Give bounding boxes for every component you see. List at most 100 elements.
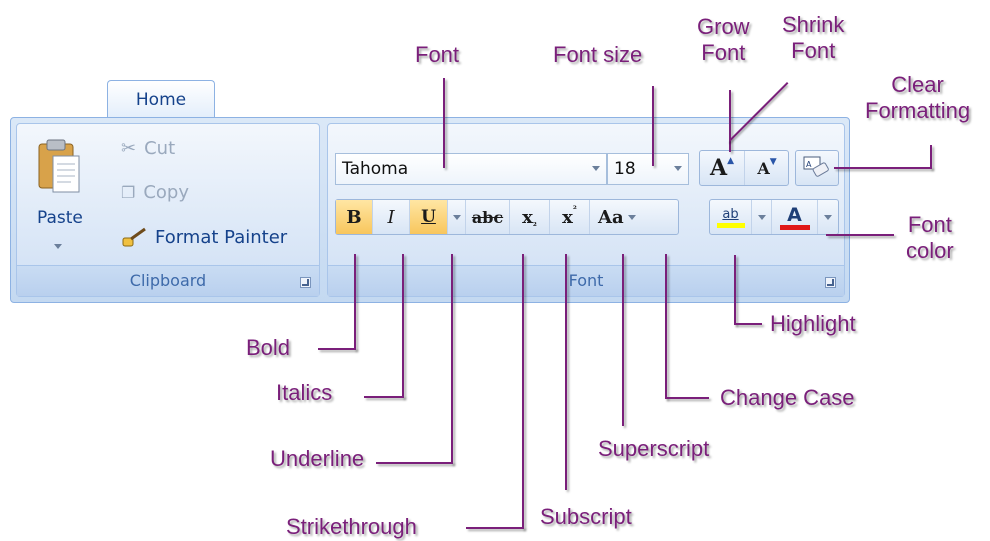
copy-icon: ❐ xyxy=(121,183,136,202)
font-color-button[interactable]: A xyxy=(772,200,818,234)
copy-button[interactable]: ❐ Copy xyxy=(121,182,189,203)
italic-icon: I xyxy=(387,206,395,228)
font-color-swatch xyxy=(779,224,810,230)
bold-button[interactable]: B xyxy=(336,200,373,234)
leader-highlight-h xyxy=(734,323,762,325)
italic-button[interactable]: I xyxy=(373,200,410,234)
leader-font-size xyxy=(652,86,654,166)
paste-dropdown-arrow[interactable] xyxy=(54,236,62,254)
annotation-change-case: Change Case xyxy=(720,385,855,410)
subscript-icon: x xyxy=(522,206,533,228)
strikethrough-icon: abc xyxy=(471,207,504,227)
leader-font xyxy=(443,78,445,168)
clear-formatting-glyph: A xyxy=(806,160,812,169)
underline-dropdown-arrow[interactable] xyxy=(448,200,466,234)
paintbrush-icon xyxy=(122,227,146,247)
font-color-icon: A xyxy=(787,203,802,226)
font-name-dropdown-arrow[interactable] xyxy=(592,166,600,171)
highlight-color-swatch xyxy=(716,222,745,228)
cut-button[interactable]: ✂ Cut xyxy=(121,138,175,159)
scissors-icon: ✂ xyxy=(121,138,137,159)
leader-highlight-v xyxy=(734,255,736,325)
color-strip: ab A xyxy=(709,199,839,235)
shrink-font-button[interactable]: A ▼ xyxy=(745,151,789,185)
copy-label: Copy xyxy=(143,182,190,203)
format-painter-button[interactable]: Format Painter xyxy=(121,226,287,248)
underline-button[interactable]: U xyxy=(410,200,448,234)
paste-label: Paste xyxy=(37,208,83,228)
leader-change-case-h xyxy=(665,397,709,399)
font-size-value: 18 xyxy=(614,159,636,179)
font-color-dropdown-arrow[interactable] xyxy=(818,200,838,234)
leader-font-color xyxy=(826,234,894,236)
underline-icon: U xyxy=(421,207,436,227)
font-size-dropdown-arrow[interactable] xyxy=(674,166,682,171)
annotation-italics: Italics xyxy=(276,380,333,405)
leader-change-case-v xyxy=(665,254,667,399)
strikethrough-button[interactable]: abc xyxy=(466,200,510,234)
font-name-value: Tahoma xyxy=(342,159,409,179)
superscript-mark-icon: ² xyxy=(572,205,577,215)
grow-arrow-icon: ▲ xyxy=(727,156,734,166)
leader-underline-v xyxy=(451,254,453,464)
highlight-button[interactable]: ab xyxy=(710,200,752,234)
cut-label: Cut xyxy=(144,138,176,159)
change-case-icon: Aa xyxy=(598,206,624,228)
leader-clear-formatting-h xyxy=(834,167,932,169)
shrink-font-icon: A xyxy=(757,158,770,178)
bold-icon: B xyxy=(346,206,362,228)
clipboard-dialog-launcher[interactable] xyxy=(300,277,311,288)
annotation-font-color: Font color xyxy=(906,212,954,263)
shrink-arrow-icon: ▼ xyxy=(769,157,777,167)
superscript-icon: x xyxy=(562,206,573,228)
format-painter-label: Format Painter xyxy=(155,226,288,248)
highlight-icon: ab xyxy=(722,206,739,222)
leader-grow-font xyxy=(729,90,731,152)
leader-subscript xyxy=(565,254,567,490)
leader-bold-v xyxy=(354,254,356,350)
annotation-underline: Underline xyxy=(270,446,365,471)
font-group: Tahoma 18 A ▲ A ▼ A B I U abc x ₂ x ² Aa… xyxy=(327,123,845,297)
leader-strikethrough-h xyxy=(466,527,524,529)
font-group-label: Font xyxy=(328,265,844,296)
clipboard-group-label: Clipboard xyxy=(17,265,319,296)
annotation-shrink-font: Shrink Font xyxy=(782,12,845,63)
clear-formatting-strip: A xyxy=(795,150,839,186)
grow-font-button[interactable]: A ▲ xyxy=(700,151,745,185)
subscript-button[interactable]: x₂ xyxy=(510,200,550,234)
annotation-subscript: Subscript xyxy=(540,504,632,529)
clipboard-icon xyxy=(38,139,80,193)
font-dialog-launcher[interactable] xyxy=(825,277,836,288)
annotation-strikethrough: Strikethrough xyxy=(286,514,417,539)
leader-bold-h xyxy=(318,348,356,350)
eraser-icon: A xyxy=(803,156,829,177)
annotation-bold: Bold xyxy=(246,335,291,360)
font-size-combo[interactable]: 18 xyxy=(607,153,689,185)
leader-italics-v xyxy=(402,254,404,398)
leader-clear-formatting-v xyxy=(930,145,932,169)
annotation-grow-font: Grow Font xyxy=(697,14,750,65)
annotation-highlight: Highlight xyxy=(770,311,856,336)
change-case-button[interactable]: Aa xyxy=(590,200,678,234)
annotation-font: Font xyxy=(415,42,460,67)
leader-strikethrough-v xyxy=(522,254,524,529)
highlight-dropdown-arrow[interactable] xyxy=(752,200,772,234)
clear-formatting-button[interactable]: A xyxy=(796,151,838,185)
paste-button[interactable] xyxy=(37,138,83,196)
annotation-font-size: Font size xyxy=(553,42,643,67)
grow-shrink-strip: A ▲ A ▼ xyxy=(699,150,789,186)
font-group-title: Font xyxy=(568,271,604,290)
change-case-dropdown-arrow[interactable] xyxy=(627,214,636,220)
grow-font-icon: A xyxy=(710,155,728,181)
font-name-combo[interactable]: Tahoma xyxy=(335,153,607,185)
tab-home[interactable]: Home xyxy=(107,80,215,118)
formatting-strip: B I U abc x₂ x² Aa xyxy=(335,199,679,235)
annotation-superscript: Superscript xyxy=(598,436,710,461)
leader-italics-h xyxy=(364,396,404,398)
subscript-mark-icon: ₂ xyxy=(532,219,537,229)
superscript-button[interactable]: x² xyxy=(550,200,590,234)
clipboard-group: Paste ✂ Cut ❐ Copy Format Painter Clipbo… xyxy=(16,123,320,297)
leader-underline-h xyxy=(376,462,453,464)
leader-superscript xyxy=(622,254,624,426)
annotation-clear-formatting: Clear Formatting xyxy=(865,72,971,123)
